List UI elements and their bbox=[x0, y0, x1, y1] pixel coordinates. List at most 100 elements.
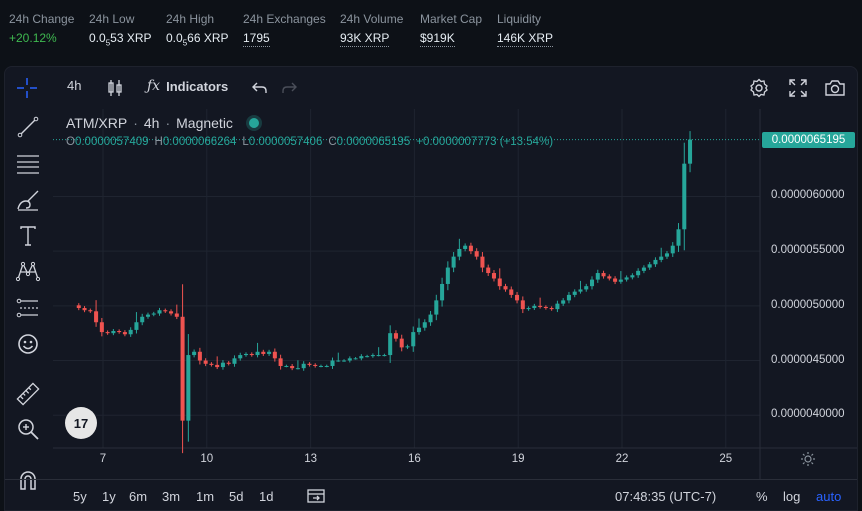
candle-body bbox=[347, 358, 352, 361]
candle-body bbox=[624, 277, 629, 280]
time-tick-label: 25 bbox=[719, 453, 733, 465]
chart-panel: 4h ƒx Indicators ATM/XRP · 4h · Magnetic… bbox=[4, 66, 858, 511]
stat-24h-change: 24h Change +20.12% bbox=[9, 12, 74, 45]
range-5d[interactable]: 5d bbox=[229, 489, 243, 504]
auto-toggle[interactable]: auto bbox=[816, 489, 841, 504]
candle-body bbox=[405, 346, 410, 348]
stat-label: 24h Low bbox=[89, 12, 135, 26]
candle-body bbox=[584, 286, 589, 290]
candle-body bbox=[376, 355, 381, 357]
candle-body bbox=[180, 316, 185, 421]
ohlc-low: 0.0000057406 bbox=[248, 136, 323, 148]
candle-body bbox=[434, 300, 439, 315]
candle-body bbox=[209, 363, 214, 365]
candle-body bbox=[313, 364, 318, 366]
candle-body bbox=[538, 305, 543, 307]
log-toggle[interactable]: log bbox=[783, 489, 800, 504]
range-3m[interactable]: 3m bbox=[162, 489, 180, 504]
time-tick-label: 7 bbox=[99, 453, 107, 465]
legend-symbol[interactable]: ATM/XRP bbox=[66, 115, 127, 131]
percent-toggle[interactable]: % bbox=[756, 489, 768, 504]
candle-body bbox=[220, 362, 225, 368]
stat-label: 24h Exchanges bbox=[243, 12, 326, 26]
legend-ohlc: O0.0000057409 H0.0000066264 L0.0000057406 C… bbox=[66, 136, 554, 148]
candle-body bbox=[411, 332, 416, 347]
candle-body bbox=[353, 358, 358, 360]
range-6m[interactable]: 6m bbox=[129, 489, 147, 504]
price-tick-label: 0.0000060000 bbox=[771, 189, 845, 202]
candle-body bbox=[509, 289, 514, 295]
candle-body bbox=[267, 351, 272, 354]
candle-body bbox=[94, 311, 99, 323]
candle-body bbox=[197, 351, 202, 361]
stat-value[interactable]: 1795 bbox=[243, 31, 270, 47]
time-tick-label: 13 bbox=[304, 453, 317, 465]
candle-body bbox=[526, 308, 531, 310]
candle-body bbox=[290, 365, 295, 369]
candle-body bbox=[393, 333, 398, 339]
axis-settings-icon[interactable] bbox=[800, 451, 816, 472]
time-tick-label: 16 bbox=[407, 453, 421, 465]
candle-body bbox=[561, 300, 566, 304]
candle-body bbox=[318, 365, 323, 367]
clock-time[interactable]: 07:48:35 (UTC-7) bbox=[615, 489, 716, 504]
candle-body bbox=[613, 278, 618, 282]
candle-body bbox=[422, 322, 427, 328]
range-1d[interactable]: 1d bbox=[259, 489, 273, 504]
stat-value[interactable]: $919K bbox=[420, 31, 455, 47]
candle-body bbox=[122, 332, 127, 335]
stat-label: Liquidity bbox=[497, 12, 542, 26]
candle-body bbox=[670, 245, 675, 254]
candle-body bbox=[653, 259, 658, 265]
ohlc-high: 0.0000066264 bbox=[162, 136, 237, 148]
price-tick-label: 0.0000050000 bbox=[771, 298, 845, 311]
candle-body bbox=[111, 330, 116, 334]
price-tick-label: 0.0000045000 bbox=[771, 353, 845, 366]
candle-body bbox=[572, 291, 577, 295]
stat-label: 24h Volume bbox=[340, 12, 404, 26]
stat-label: 24h High bbox=[166, 12, 215, 26]
candle-body bbox=[676, 229, 681, 246]
bottom-bar: 5y 1y 6m 3m 1m 5d 1d 07:48:35 (UTC-7) % … bbox=[5, 479, 857, 510]
range-1y[interactable]: 1y bbox=[102, 489, 116, 504]
candle-body bbox=[151, 313, 156, 315]
candle-body bbox=[215, 364, 220, 368]
candle-body bbox=[468, 245, 473, 252]
candle-body bbox=[578, 289, 583, 292]
candle-body bbox=[440, 283, 445, 301]
tradingview-logo[interactable]: 17 bbox=[65, 407, 97, 439]
range-5y[interactable]: 5y bbox=[73, 489, 87, 504]
candle-body bbox=[636, 270, 641, 276]
stat-liquidity[interactable]: Liquidity 146K XRP bbox=[497, 12, 554, 47]
stats-bar: 24h Change +20.12% 24h Low 0.0553 XRP 24… bbox=[0, 0, 862, 66]
ohlc-change: +0.0000007773 (+13.54%) bbox=[416, 136, 554, 148]
legend-mode: Magnetic bbox=[176, 115, 233, 131]
candle-body bbox=[203, 360, 208, 364]
candle-body bbox=[503, 286, 508, 290]
candle-body bbox=[307, 363, 312, 365]
candle-body bbox=[359, 356, 364, 359]
stat-24h-exchanges[interactable]: 24h Exchanges 1795 bbox=[243, 12, 326, 47]
stat-value[interactable]: 146K XRP bbox=[497, 31, 554, 47]
legend-interval: 4h bbox=[143, 115, 160, 131]
price-tick-label: 0.0000040000 bbox=[771, 408, 845, 421]
stat-value: +20.12% bbox=[9, 31, 57, 45]
candle-body bbox=[134, 322, 139, 330]
candle-body bbox=[82, 308, 87, 311]
legend-title: ATM/XRP · 4h · Magnetic bbox=[66, 115, 559, 131]
candle-body bbox=[272, 351, 277, 359]
candle-body bbox=[428, 314, 433, 323]
candle-body bbox=[342, 360, 347, 362]
stat-label: 24h Change bbox=[9, 12, 75, 26]
stat-24h-volume[interactable]: 24h Volume 93K XRP bbox=[340, 12, 403, 47]
range-1m[interactable]: 1m bbox=[196, 489, 214, 504]
candle-body bbox=[555, 303, 560, 310]
candle-body bbox=[497, 278, 502, 287]
candle-body bbox=[99, 322, 104, 333]
candle-body bbox=[243, 353, 249, 356]
date-range-icon[interactable] bbox=[307, 488, 325, 509]
stat-market-cap[interactable]: Market Cap $919K bbox=[420, 12, 482, 47]
candle-body bbox=[278, 358, 283, 366]
stat-value[interactable]: 93K XRP bbox=[340, 31, 390, 47]
time-tick-label: 19 bbox=[511, 453, 525, 465]
